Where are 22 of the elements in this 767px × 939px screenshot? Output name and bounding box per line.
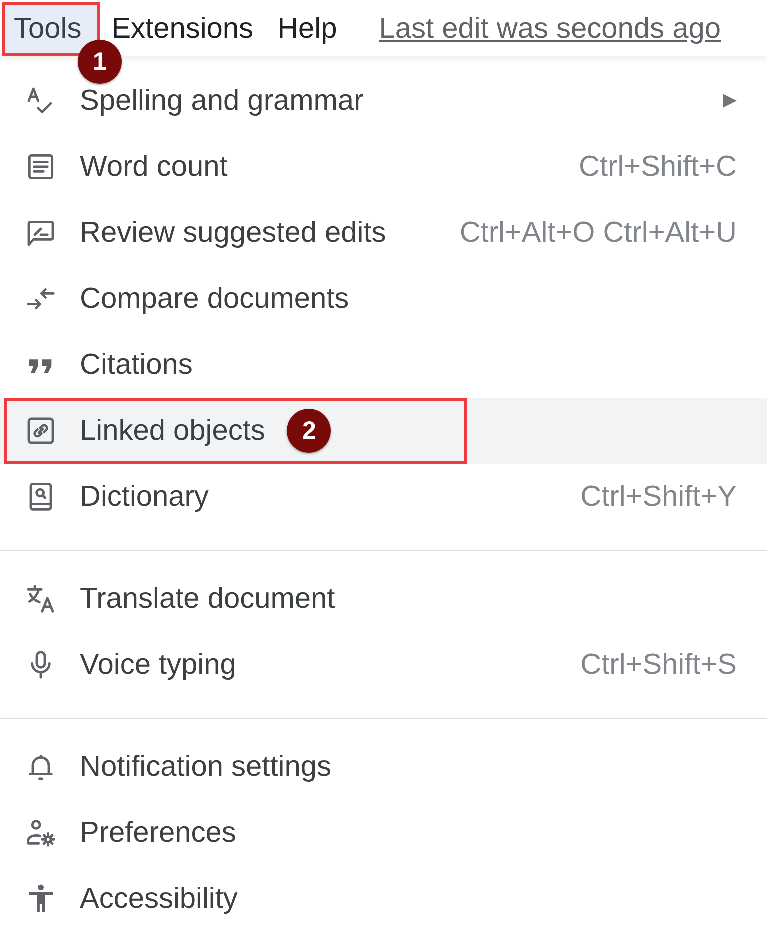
step-number: 2 <box>287 409 332 453</box>
menu-item[interactable]: Preferences <box>0 800 767 866</box>
step-number: 1 <box>78 40 122 84</box>
menu-item[interactable]: Compare documents <box>0 266 767 332</box>
menu-item[interactable]: Word count Ctrl+Shift+C <box>0 134 767 200</box>
shortcut-text: Ctrl+Alt+O Ctrl+Alt+U <box>460 218 737 248</box>
menu-item[interactable]: Accessibility <box>0 866 767 932</box>
person-gear-icon <box>25 817 57 849</box>
shortcut-text: Ctrl+Shift+S <box>580 650 737 680</box>
link-icon <box>25 415 57 447</box>
menu-item[interactable]: Linked objects 2 <box>0 398 767 464</box>
menu-bar-item[interactable]: Help <box>266 2 350 56</box>
shortcut-text: Ctrl+Shift+C <box>579 152 737 182</box>
menu-item[interactable]: Voice typing Ctrl+Shift+S <box>0 632 767 698</box>
last-edit-link[interactable]: Last edit was seconds ago <box>379 2 721 56</box>
menu-item[interactable]: Review suggested edits Ctrl+Alt+O Ctrl+Alt+U <box>0 200 767 266</box>
shortcut-text: Ctrl+Shift+Y <box>580 482 737 512</box>
menu-item[interactable]: Citations <box>0 332 767 398</box>
menu-item[interactable]: Notification settings <box>0 734 767 800</box>
menu-item[interactable]: Dictionary Ctrl+Shift+Y <box>0 464 767 530</box>
menu-item[interactable]: Translate document <box>0 566 767 632</box>
translate-icon <box>25 583 57 615</box>
